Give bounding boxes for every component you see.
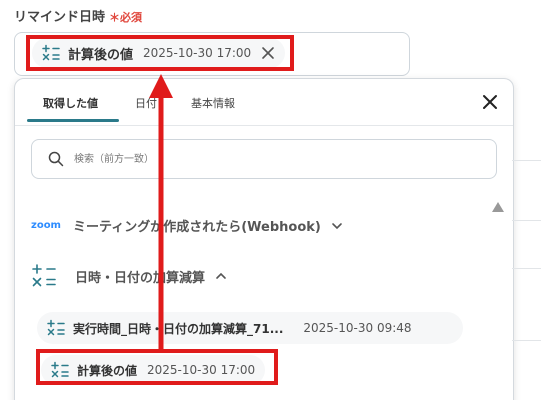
- annotation-arrow: [149, 74, 173, 350]
- app-root: リマインド日時 ＊必須 計算後の値 2025-10-30 17:00 取得した値 …: [0, 0, 541, 400]
